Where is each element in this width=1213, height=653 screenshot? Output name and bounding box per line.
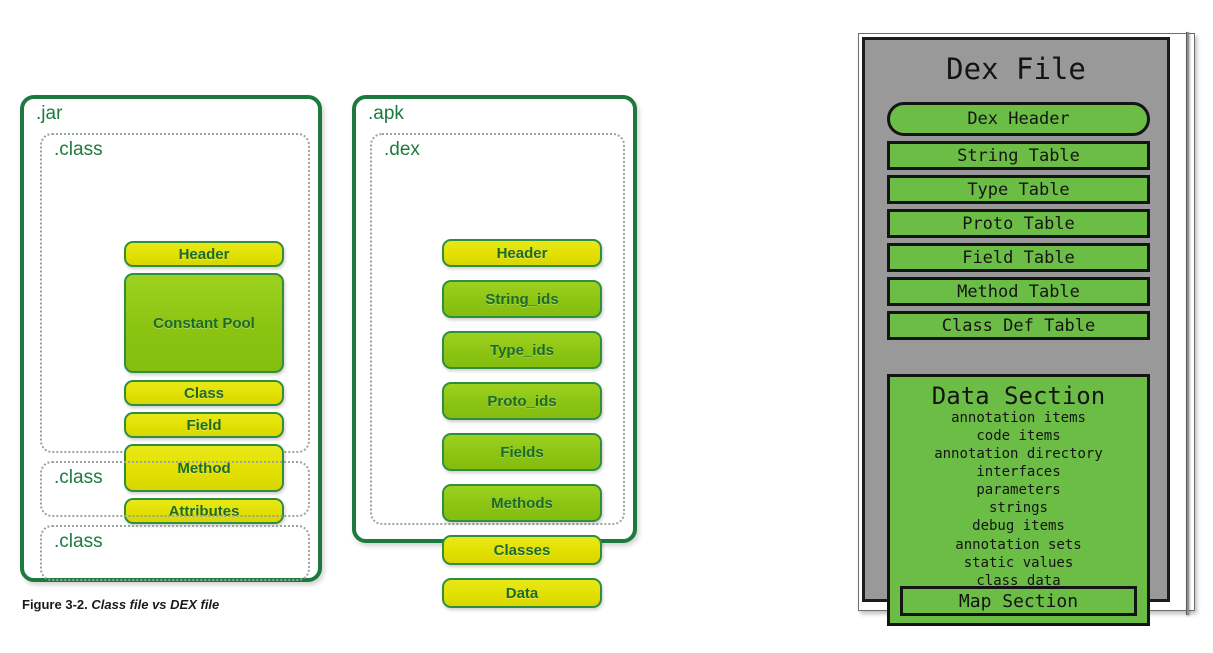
- jar-class-label-3: .class: [54, 531, 103, 552]
- jar-section-field-label: Field: [186, 416, 222, 434]
- jar-class-box-2: .class: [40, 461, 310, 517]
- dex-row-method-table-label: Method Table: [957, 281, 1080, 302]
- apk-section-header: Header: [442, 239, 602, 267]
- dex-map-section-label: Map Section: [958, 590, 1079, 612]
- dex-file-side-rule: [1186, 32, 1189, 615]
- apk-container: .apk .dex Header String_ids Type_ids Pro…: [352, 95, 637, 608]
- dex-data-section-title: Data Section: [931, 382, 1106, 410]
- jar-class-label-2: .class: [54, 467, 103, 488]
- dex-file-title: Dex File: [946, 52, 1086, 86]
- dex-row-class-def-table: Class Def Table: [887, 311, 1150, 340]
- dex-row-type-table-label: Type Table: [967, 179, 1070, 200]
- dex-map-section: Map Section: [900, 586, 1137, 616]
- dex-row-dex-header-label: Dex Header: [967, 109, 1070, 129]
- dex-data-item: code items: [976, 428, 1061, 445]
- apk-section-proto-ids-label: Proto_ids: [487, 392, 557, 410]
- apk-section-type-ids: Type_ids: [442, 331, 602, 369]
- apk-section-fields: Fields: [442, 433, 602, 471]
- apk-section-methods: Methods: [442, 484, 602, 522]
- apk-section-classes-label: Classes: [493, 541, 551, 559]
- dex-row-method-table: Method Table: [887, 277, 1150, 306]
- dex-data-item: annotation items: [951, 410, 1086, 427]
- dex-data-item: interfaces: [976, 464, 1061, 481]
- apk-section-string-ids: String_ids: [442, 280, 602, 318]
- dex-data-item: parameters: [976, 482, 1061, 499]
- jar-section-constant-pool-label: Constant Pool: [153, 314, 255, 332]
- dex-row-string-table: String Table: [887, 141, 1150, 170]
- dex-data-section: Data Section annotation items code items…: [887, 374, 1150, 626]
- dex-file-panel: Dex File Dex Header String Table Type Ta…: [862, 37, 1170, 626]
- figure-number: Figure 3-2.: [22, 597, 88, 612]
- dex-row-field-table: Field Table: [887, 243, 1150, 272]
- jar-section-constant-pool: Constant Pool: [124, 273, 284, 373]
- apk-section-header-label: Header: [496, 244, 548, 262]
- dex-data-item: annotation directory: [934, 446, 1103, 463]
- jar-label: .jar: [36, 103, 63, 124]
- dex-data-item: debug items: [972, 518, 1065, 535]
- dex-row-class-def-table-label: Class Def Table: [941, 315, 1096, 336]
- dex-row-string-table-label: String Table: [957, 145, 1080, 166]
- dex-data-item: static values: [963, 554, 1074, 571]
- apk-section-fields-label: Fields: [500, 443, 544, 461]
- apk-section-classes: Classes: [442, 535, 602, 565]
- dex-row-proto-table-label: Proto Table: [962, 213, 1075, 234]
- figure-caption: Figure 3-2. Class file vs DEX file: [22, 597, 219, 612]
- apk-section-proto-ids: Proto_ids: [442, 382, 602, 420]
- apk-section-data-label: Data: [505, 584, 539, 602]
- dex-row-dex-header: Dex Header: [887, 102, 1150, 136]
- jar-container: .jar .class Header Constant Pool Class F…: [20, 95, 322, 582]
- apk-section-type-ids-label: Type_ids: [490, 341, 554, 359]
- apk-label: .apk: [368, 103, 404, 124]
- jar-section-class-label: Class: [183, 384, 225, 402]
- dex-data-item: strings: [988, 500, 1048, 517]
- dex-data-item: annotation sets: [955, 536, 1082, 553]
- dex-row-proto-table: Proto Table: [887, 209, 1150, 238]
- apk-section-string-ids-label: String_ids: [485, 290, 559, 308]
- jar-section-field: Field: [124, 412, 284, 438]
- jar-section-header: Header: [124, 241, 284, 267]
- jar-section-class: Class: [124, 380, 284, 406]
- apk-section-data: Data: [442, 578, 602, 608]
- jar-section-header-label: Header: [178, 245, 230, 263]
- jar-class-label-1: .class: [54, 139, 103, 160]
- jar-class-box-3: .class: [40, 525, 310, 581]
- dex-row-type-table: Type Table: [887, 175, 1150, 204]
- figure-title: Class file vs DEX file: [91, 597, 220, 612]
- dex-label: .dex: [384, 139, 420, 160]
- apk-section-methods-label: Methods: [491, 494, 553, 512]
- dex-row-field-table-label: Field Table: [962, 247, 1075, 268]
